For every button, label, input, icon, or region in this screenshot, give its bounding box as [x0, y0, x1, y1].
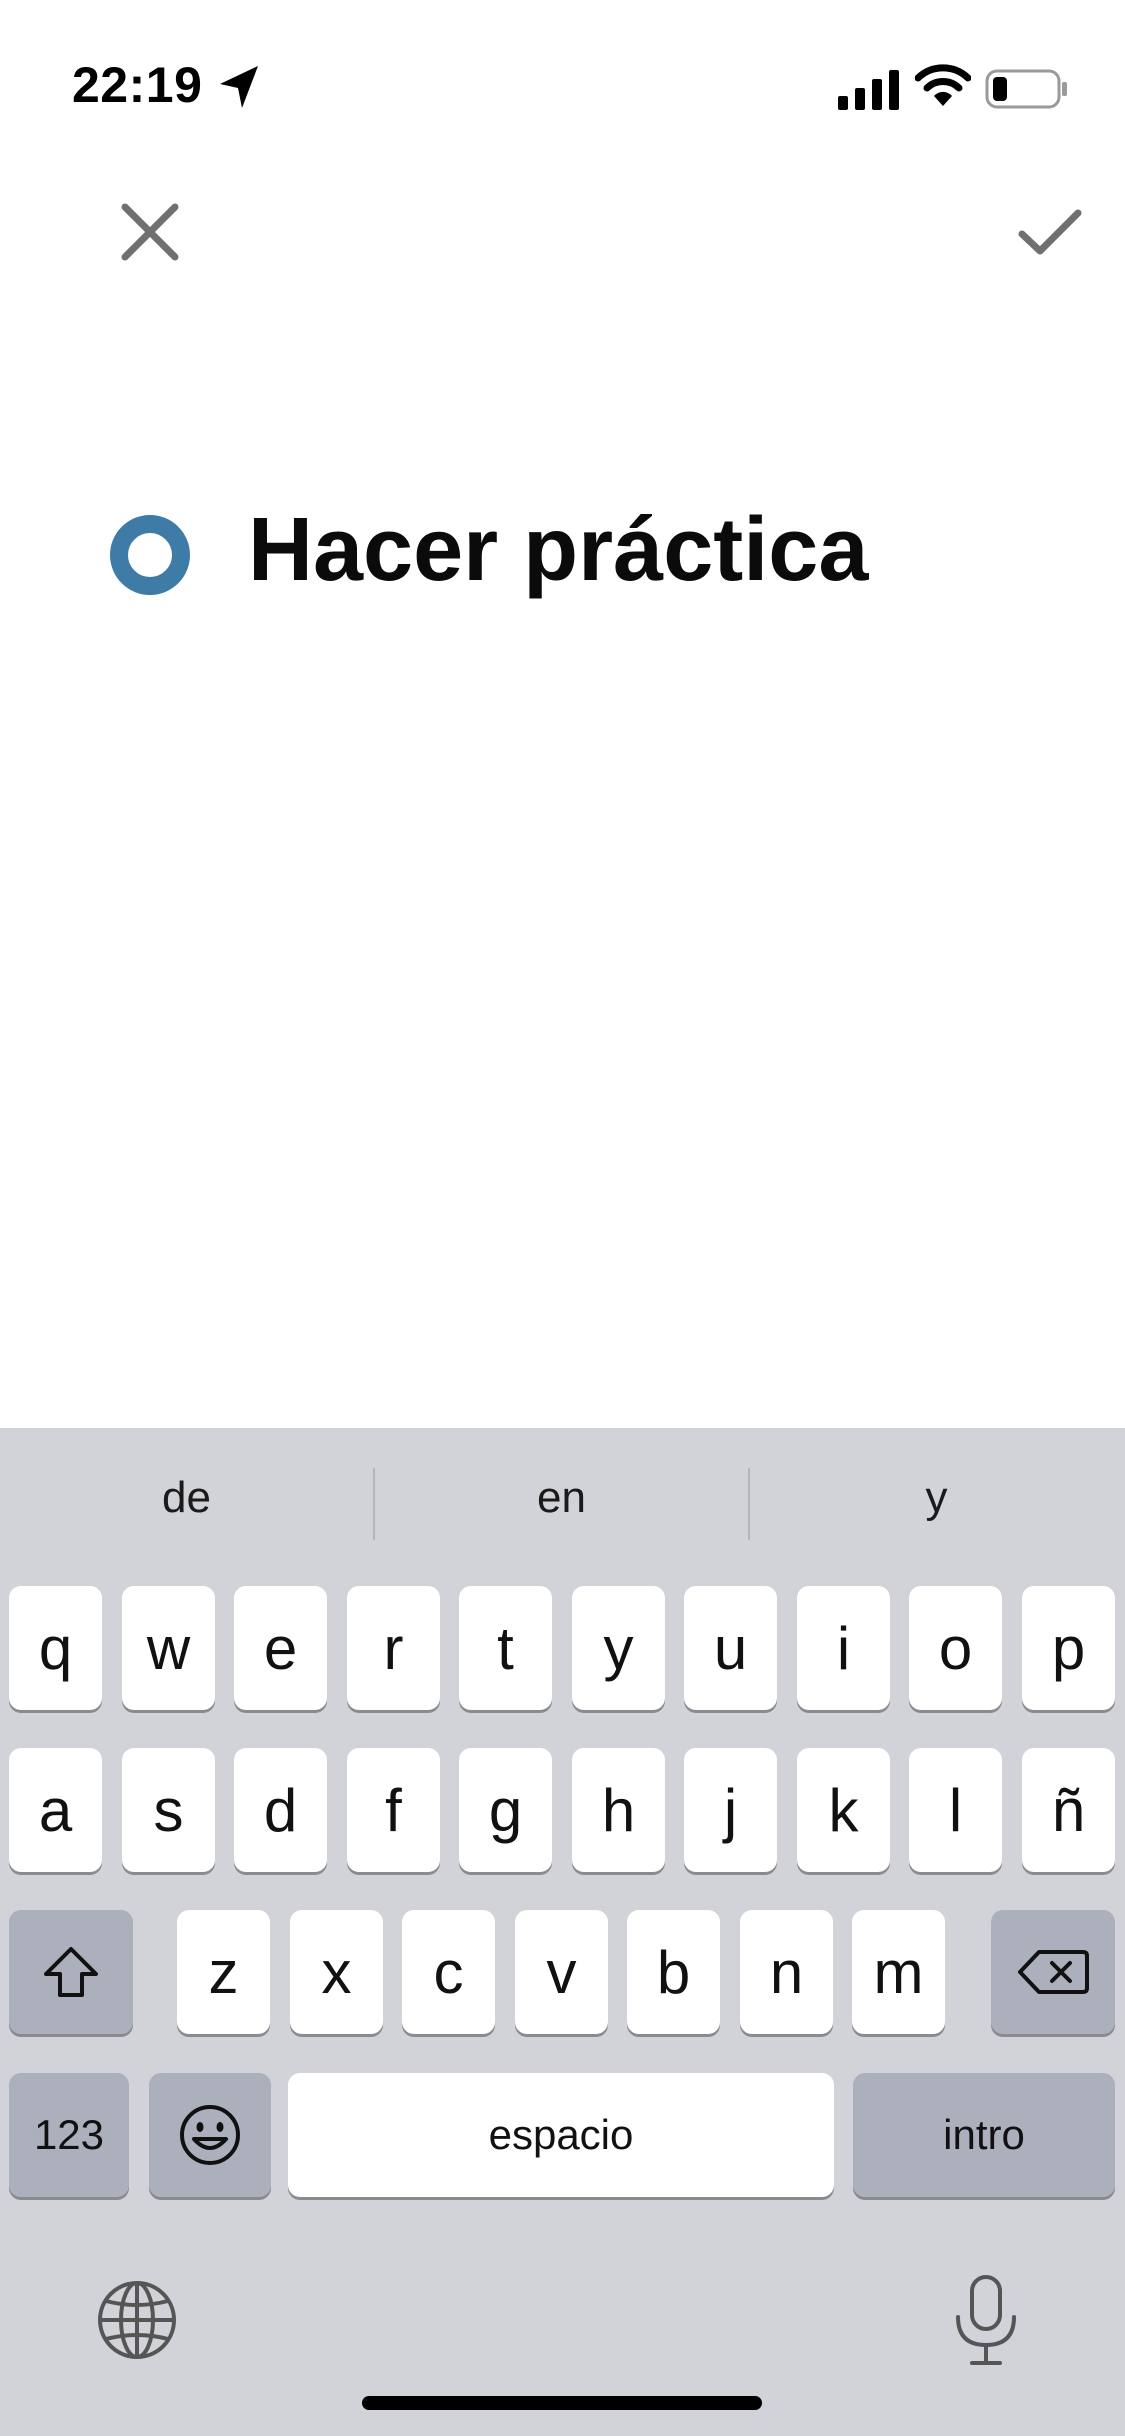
- key[interactable]: z: [177, 1910, 270, 2034]
- emoji-key[interactable]: [149, 2073, 271, 2197]
- numbers-key[interactable]: 123: [9, 2073, 129, 2197]
- globe-icon[interactable]: [96, 2279, 178, 2361]
- key[interactable]: a: [9, 1748, 102, 1872]
- key[interactable]: r: [347, 1586, 440, 1710]
- suggestion-bar: de en y: [0, 1428, 1125, 1573]
- task-title-input[interactable]: [248, 490, 1085, 610]
- key[interactable]: w: [122, 1586, 215, 1710]
- status-bar: 22:19: [0, 0, 1125, 140]
- keyboard: de en y q w e r t y u i o p a s d f g h …: [0, 1428, 1125, 2436]
- key[interactable]: b: [627, 1910, 720, 2034]
- key[interactable]: j: [684, 1748, 777, 1872]
- shift-icon: [44, 1947, 98, 1997]
- close-button[interactable]: [110, 192, 190, 272]
- key[interactable]: v: [515, 1910, 608, 2034]
- key[interactable]: f: [347, 1748, 440, 1872]
- key[interactable]: ñ: [1022, 1748, 1115, 1872]
- key[interactable]: c: [402, 1910, 495, 2034]
- suggestion-item[interactable]: en: [375, 1458, 748, 1538]
- checkmark-icon: [1018, 209, 1082, 255]
- confirm-button[interactable]: [1010, 192, 1090, 272]
- key[interactable]: k: [797, 1748, 890, 1872]
- home-indicator[interactable]: [362, 2396, 762, 2410]
- key[interactable]: u: [684, 1586, 777, 1710]
- close-icon: [121, 203, 179, 261]
- suggestion-item[interactable]: de: [0, 1458, 373, 1538]
- editor-nav-bar: [0, 180, 1125, 290]
- key[interactable]: l: [909, 1748, 1002, 1872]
- key[interactable]: y: [572, 1586, 665, 1710]
- key[interactable]: m: [852, 1910, 945, 2034]
- key[interactable]: n: [740, 1910, 833, 2034]
- key[interactable]: i: [797, 1586, 890, 1710]
- key[interactable]: e: [234, 1586, 327, 1710]
- key[interactable]: h: [572, 1748, 665, 1872]
- key[interactable]: x: [290, 1910, 383, 2034]
- battery-icon: [985, 69, 1067, 109]
- task-row: [0, 470, 1125, 630]
- shift-key[interactable]: [9, 1910, 133, 2034]
- return-key[interactable]: intro: [853, 2073, 1115, 2197]
- suggestion-item[interactable]: y: [750, 1458, 1123, 1538]
- space-key[interactable]: espacio: [288, 2073, 834, 2197]
- key[interactable]: o: [909, 1586, 1002, 1710]
- delete-key[interactable]: [991, 1910, 1115, 2034]
- key[interactable]: p: [1022, 1586, 1115, 1710]
- wifi-icon: [915, 64, 971, 106]
- emoji-icon: [180, 2105, 240, 2165]
- location-arrow-icon: [220, 66, 258, 108]
- key[interactable]: d: [234, 1748, 327, 1872]
- key[interactable]: t: [459, 1586, 552, 1710]
- key[interactable]: q: [9, 1586, 102, 1710]
- cellular-signal-icon: [838, 70, 899, 110]
- key[interactable]: g: [459, 1748, 552, 1872]
- delete-backspace-icon: [1018, 1950, 1089, 1994]
- microphone-icon[interactable]: [950, 2273, 1022, 2369]
- status-time: 22:19: [72, 57, 203, 113]
- key[interactable]: s: [122, 1748, 215, 1872]
- task-complete-radio[interactable]: [108, 513, 192, 597]
